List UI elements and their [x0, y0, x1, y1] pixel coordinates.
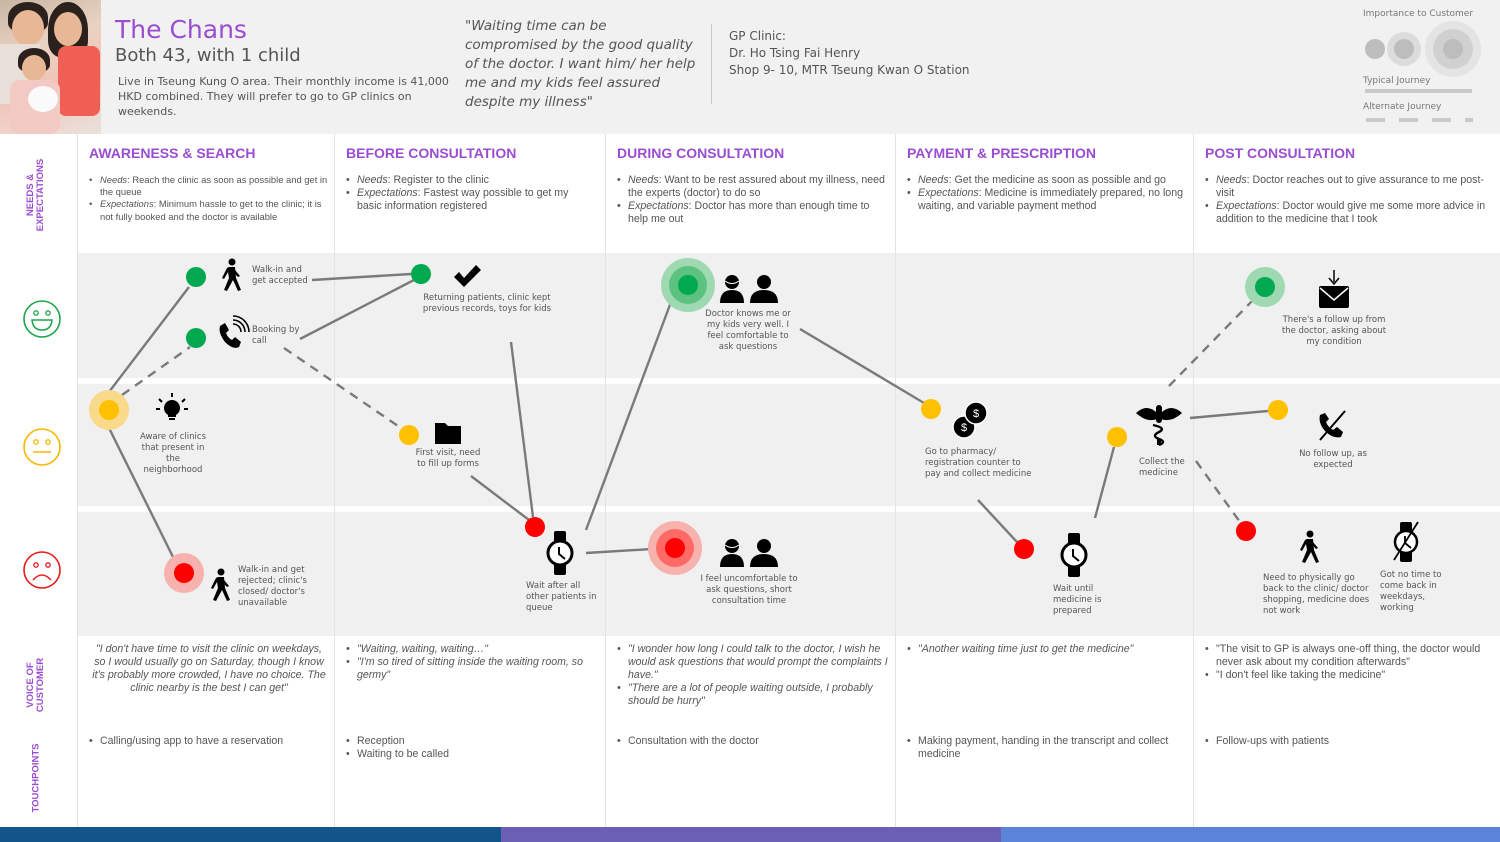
typical-journey-link: [1189, 409, 1269, 420]
journey-point-pharmacy[interactable]: [921, 399, 941, 419]
walking-person-icon: [222, 258, 241, 291]
caduceus-icon: [1136, 405, 1182, 447]
journey-label-pharmacy: Go to pharmacy/ registration counter to …: [925, 447, 1032, 479]
walking-person-icon: [211, 568, 230, 601]
journey-label-wait-medicine: Wait until medicine is prepared: [1053, 584, 1102, 616]
mail-icon: [1319, 270, 1349, 308]
typical-journey-link: [977, 499, 1018, 543]
typical-journey-link: [470, 475, 530, 521]
typical-journey-link: [585, 547, 653, 555]
journey-label-go-back: Need to physically go back to the clinic…: [1263, 573, 1370, 616]
journey-label-doctor-knows: Doctor knows me or my kids very well. I …: [705, 309, 791, 352]
journey-label-aware: Aware of clinics that present in the nei…: [139, 432, 206, 475]
journey-label-collect: Collect the medicine: [1139, 457, 1185, 478]
journey-point-collect[interactable]: [1107, 427, 1127, 447]
alternate-journey-link: [1168, 296, 1257, 387]
journey-point-uncomfortable[interactable]: [648, 521, 702, 575]
typical-journey-link: [1093, 446, 1116, 519]
journey-point-walkin-rejected[interactable]: [164, 553, 204, 593]
typical-journey-link: [509, 341, 535, 518]
folder-icon: [435, 423, 461, 444]
watch-icon: [1060, 533, 1088, 577]
journey-point-walkin-ok[interactable]: [186, 267, 206, 287]
journey-point-go-back[interactable]: [1236, 521, 1256, 541]
svg-text:$: $: [973, 408, 979, 420]
journey-label-first-visit: First visit, need to fill up forms: [415, 448, 481, 469]
journey-point-first-visit[interactable]: [399, 425, 419, 445]
footer-bar-segment: [0, 827, 501, 842]
journey-point-doctor-knows[interactable]: [661, 258, 715, 312]
journey-label-walkin-rejected: Walk-in and get rejected; clinic's close…: [238, 565, 307, 608]
alternate-journey-link: [283, 347, 402, 429]
journey-graph: $ $: [89, 258, 1419, 601]
doctor-patient-icon: [720, 539, 778, 567]
customer-journey-map: The Chans Both 43, with 1 child Live in …: [0, 0, 1500, 842]
journey-label-followup: There's a follow up from the doctor, ask…: [1281, 315, 1387, 347]
journey-label-booking: Booking by call: [252, 325, 300, 346]
journey-point-aware[interactable]: [89, 390, 129, 430]
walking-person-icon: [1300, 530, 1319, 563]
typical-journey-link: [299, 278, 415, 341]
coins-icon: $ $: [952, 401, 988, 439]
journey-label-wait-queue: Wait after all other patients in queue: [526, 581, 597, 613]
journey-label-returning: Returning patients, clinic kept previous…: [422, 293, 552, 314]
no-phone-icon: [1319, 410, 1346, 441]
journey-point-followup[interactable]: [1245, 267, 1285, 307]
journey-point-returning[interactable]: [411, 264, 431, 284]
journey-label-no-time: Got no time to come back in weekdays, wo…: [1380, 570, 1442, 613]
lightbulb-icon: [156, 393, 188, 420]
alternate-journey-link: [121, 346, 191, 396]
watch-icon: [546, 531, 574, 575]
alternate-journey-link: [1195, 460, 1241, 523]
svg-text:$: $: [961, 422, 967, 434]
journey-point-wait-queue[interactable]: [525, 517, 545, 537]
journey-label-walkin-ok: Walk-in and get accepted: [252, 265, 308, 286]
phone-call-icon: [219, 315, 250, 348]
journey-label-uncomfortable: I feel uncomfortable to ask questions, s…: [700, 574, 798, 606]
footer-bar-segment: [501, 827, 1001, 842]
no-watch-icon: [1393, 521, 1419, 562]
typical-journey-link: [311, 272, 412, 282]
typical-journey-link: [799, 327, 925, 405]
journey-point-booking[interactable]: [186, 328, 206, 348]
footer-bar-segment: [1001, 827, 1500, 842]
journey-point-wait-medicine[interactable]: [1014, 539, 1034, 559]
journey-point-no-followup[interactable]: [1268, 400, 1288, 420]
journey-label-no-followup: No follow up, as expected: [1299, 449, 1367, 470]
typical-journey-link: [584, 301, 673, 531]
doctor-patient-icon: [720, 275, 778, 303]
checkmark-icon: [454, 265, 481, 287]
